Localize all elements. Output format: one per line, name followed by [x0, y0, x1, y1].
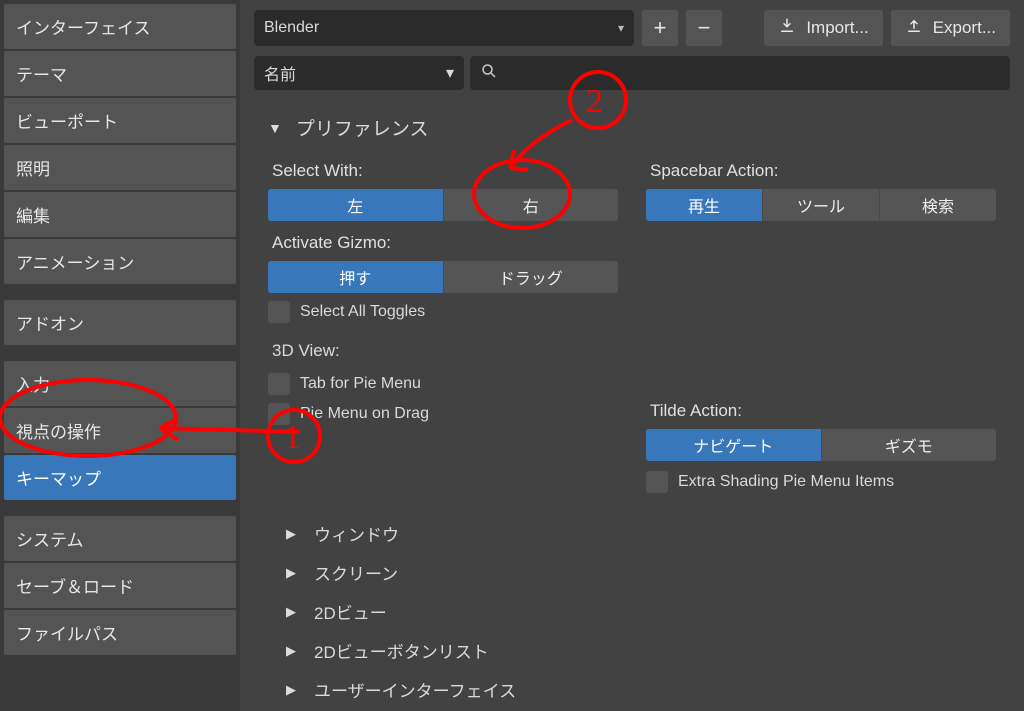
spacebar-action-label: Spacebar Action: [650, 161, 996, 181]
select-all-toggles-label: Select All Toggles [300, 303, 425, 321]
3d-view-label: 3D View: [272, 341, 618, 361]
tab-pie-checkbox[interactable] [268, 373, 290, 395]
sidebar-item-interface[interactable]: インターフェイス [4, 4, 236, 49]
select-with-label: Select With: [272, 161, 618, 181]
spacebar-action-segmented: 再生 ツール 検索 [646, 189, 996, 221]
sidebar-item-filepaths[interactable]: ファイルパス [4, 610, 236, 655]
disclosure-triangle-right-icon: ▶ [286, 682, 296, 698]
spacebar-play[interactable]: 再生 [646, 189, 762, 221]
preset-remove-button[interactable]: − [686, 10, 722, 46]
keymap-main: Blender ▾ + − Import... Export... [240, 0, 1024, 711]
pie-drag-label: Pie Menu on Drag [300, 405, 429, 423]
chevron-down-icon: ▾ [618, 21, 624, 35]
chevron-down-icon: ▾ [446, 63, 454, 83]
activate-gizmo-drag[interactable]: ドラッグ [443, 261, 619, 293]
preferences-sidebar: インターフェイス テーマ ビューポート 照明 編集 アニメーション アドオン 入… [0, 0, 240, 711]
sidebar-item-theme[interactable]: テーマ [4, 51, 236, 96]
download-icon [778, 17, 796, 40]
tree-item-screen[interactable]: ▶スクリーン [286, 560, 996, 585]
keymap-export-button[interactable]: Export... [891, 10, 1010, 46]
extra-shading-label: Extra Shading Pie Menu Items [678, 473, 894, 491]
sidebar-item-lighting[interactable]: 照明 [4, 145, 236, 190]
select-with-right[interactable]: 右 [443, 189, 619, 221]
panel-title: プリファレンス [296, 114, 429, 141]
sidebar-item-viewport[interactable]: ビューポート [4, 98, 236, 143]
disclosure-triangle-down-icon: ▼ [268, 120, 282, 136]
tilde-gizmo[interactable]: ギズモ [821, 429, 997, 461]
select-all-toggles-checkbox[interactable] [268, 301, 290, 323]
select-with-segmented: 左 右 [268, 189, 618, 221]
sidebar-item-editing[interactable]: 編集 [4, 192, 236, 237]
upload-icon [905, 17, 923, 40]
activate-gizmo-segmented: 押す ドラッグ [268, 261, 618, 293]
disclosure-triangle-right-icon: ▶ [286, 565, 296, 581]
tree-item-window[interactable]: ▶ウィンドウ [286, 521, 996, 546]
pie-drag-checkbox[interactable] [268, 403, 290, 425]
spacebar-tool[interactable]: ツール [762, 189, 879, 221]
keymap-preset-select[interactable]: Blender ▾ [254, 10, 634, 46]
disclosure-triangle-right-icon: ▶ [286, 526, 296, 542]
sidebar-item-input[interactable]: 入力 [4, 361, 236, 406]
keymap-preset-label: Blender [264, 19, 319, 37]
extra-shading-checkbox[interactable] [646, 471, 668, 493]
select-with-left[interactable]: 左 [268, 189, 443, 221]
keymap-search-mode[interactable]: 名前 ▾ [254, 56, 464, 90]
tree-item-2dview[interactable]: ▶2Dビュー [286, 599, 996, 624]
tree-item-ui[interactable]: ▶ユーザーインターフェイス [286, 677, 996, 702]
sidebar-item-system[interactable]: システム [4, 516, 236, 561]
keymap-search-input[interactable] [470, 56, 1010, 90]
sidebar-item-animation[interactable]: アニメーション [4, 239, 236, 284]
tilde-action-label: Tilde Action: [650, 401, 996, 421]
spacebar-search[interactable]: 検索 [879, 189, 996, 221]
search-icon [480, 62, 498, 85]
tilde-navigate[interactable]: ナビゲート [646, 429, 821, 461]
sidebar-item-saveload[interactable]: セーブ＆ロード [4, 563, 236, 608]
sidebar-item-addons[interactable]: アドオン [4, 300, 236, 345]
sidebar-item-navigation[interactable]: 視点の操作 [4, 408, 236, 453]
preset-add-button[interactable]: + [642, 10, 678, 46]
keymap-import-button[interactable]: Import... [764, 10, 882, 46]
disclosure-triangle-right-icon: ▶ [286, 604, 296, 620]
activate-gizmo-press[interactable]: 押す [268, 261, 443, 293]
tab-pie-label: Tab for Pie Menu [300, 375, 421, 393]
activate-gizmo-label: Activate Gizmo: [272, 233, 618, 253]
tree-item-2dview-buttonlist[interactable]: ▶2Dビューボタンリスト [286, 638, 996, 663]
preferences-panel-header[interactable]: ▼ プリファレンス [268, 114, 996, 141]
tilde-action-segmented: ナビゲート ギズモ [646, 429, 996, 461]
disclosure-triangle-right-icon: ▶ [286, 643, 296, 659]
keymap-tree: ▶ウィンドウ ▶スクリーン ▶2Dビュー ▶2Dビューボタンリスト ▶ユーザーイ… [268, 521, 996, 711]
sidebar-item-keymap[interactable]: キーマップ [4, 455, 236, 500]
